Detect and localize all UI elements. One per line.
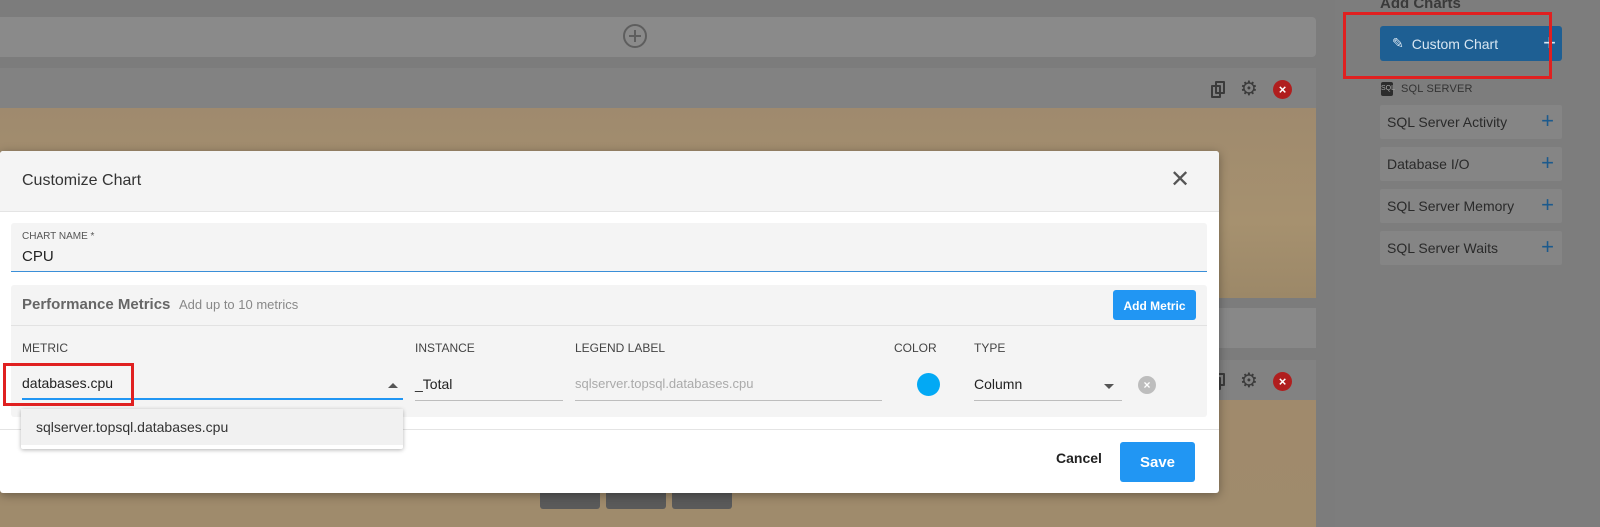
metric-suggestions-dropdown: sqlserver.topsql.databases.cpu (21, 409, 403, 449)
plus-icon[interactable]: + (1541, 234, 1554, 260)
copy-icon[interactable] (1211, 80, 1225, 98)
chart-name-label: CHART NAME * (22, 231, 95, 242)
plus-icon[interactable]: + (1541, 150, 1554, 176)
sql-server-label: SQL SERVER (1401, 83, 1473, 95)
sidebar-item-sql-server-memory[interactable]: SQL Server Memory + (1380, 189, 1562, 223)
sidebar-item-label: SQL Server Waits (1387, 240, 1498, 256)
instance-underline (415, 400, 563, 401)
instance-input[interactable]: _Total (415, 376, 452, 392)
gear-icon[interactable]: ⚙ (1239, 371, 1259, 391)
remove-metric-icon[interactable]: × (1138, 376, 1156, 394)
sidebar-item-label: SQL Server Memory (1387, 198, 1515, 214)
chart-panel-header: ⚙ × (0, 68, 1316, 108)
sidebar-item-sql-server-activity[interactable]: SQL Server Activity + (1380, 105, 1562, 139)
plus-icon[interactable]: + (1541, 192, 1554, 218)
metrics-title: Performance Metrics (22, 296, 171, 313)
type-underline (974, 400, 1122, 401)
column-header-legend-label: LEGEND LABEL (575, 341, 666, 355)
chart-name-field[interactable]: CHART NAME * CPU (11, 223, 1207, 272)
close-circle-icon[interactable]: × (1273, 79, 1292, 99)
sql-server-section: SQL SQL SERVER (1381, 82, 1473, 96)
suggestion-item[interactable]: sqlserver.topsql.databases.cpu (21, 409, 403, 445)
add-row-bar[interactable] (0, 17, 1316, 57)
column-header-instance: INSTANCE (415, 341, 475, 355)
dialog-header: Customize Chart ✕ (0, 151, 1219, 212)
column-header-metric: METRIC (22, 341, 68, 355)
gear-icon[interactable]: ⚙ (1239, 79, 1259, 99)
add-charts-panel: Add Charts ✎ Custom Chart + SQL SQL SERV… (1335, 0, 1600, 527)
sidebar-item-label: Database I/O (1387, 156, 1470, 172)
color-swatch[interactable] (917, 373, 940, 396)
chart-name-input[interactable]: CPU (22, 248, 54, 265)
add-charts-title: Add Charts (1380, 0, 1461, 12)
sidebar-item-label: SQL Server Activity (1387, 114, 1508, 130)
legend-label-input[interactable]: sqlserver.topsql.databases.cpu (575, 376, 754, 391)
close-circle-icon[interactable]: × (1273, 371, 1292, 391)
plus-icon[interactable]: + (1541, 108, 1554, 134)
sidebar-item-sql-server-waits[interactable]: SQL Server Waits + (1380, 231, 1562, 265)
column-header-type: TYPE (974, 341, 1006, 355)
type-select[interactable]: Column (974, 376, 1022, 392)
add-circle-icon[interactable] (623, 24, 647, 48)
cancel-button[interactable]: Cancel (1046, 450, 1112, 466)
sql-server-icon: SQL (1381, 82, 1395, 96)
custom-chart-highlight (1343, 12, 1552, 79)
performance-metrics-section: Performance Metrics Add up to 10 metrics… (11, 285, 1207, 417)
close-icon[interactable]: ✕ (1170, 168, 1190, 192)
legend-underline (575, 400, 882, 401)
add-metric-button[interactable]: Add Metric (1113, 290, 1196, 320)
chevron-down-icon[interactable] (1104, 384, 1114, 389)
dialog-title: Customize Chart (22, 172, 142, 189)
metrics-header: Performance Metrics Add up to 10 metrics… (11, 285, 1207, 326)
save-button[interactable]: Save (1120, 442, 1195, 482)
arrow-up-icon[interactable] (388, 383, 398, 388)
sidebar-item-database-io[interactable]: Database I/O + (1380, 147, 1562, 181)
metric-highlight (3, 363, 134, 406)
column-header-color: COLOR (894, 341, 937, 355)
metrics-subtitle: Add up to 10 metrics (179, 297, 299, 312)
